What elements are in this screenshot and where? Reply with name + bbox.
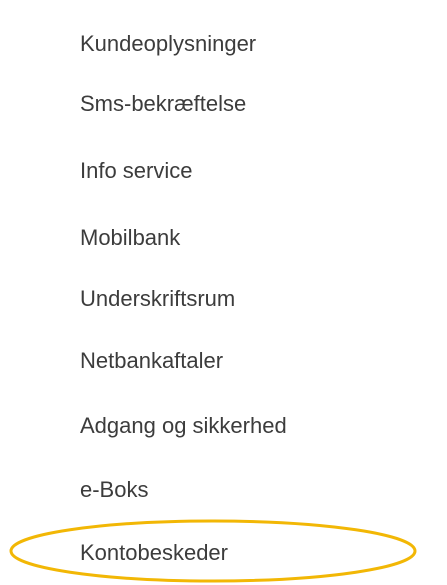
menu-item-kundeoplysninger[interactable]: Kundeoplysninger [80,28,256,60]
menu-item-kontobeskeder[interactable]: Kontobeskeder [80,537,228,569]
menu-item-mobilbank[interactable]: Mobilbank [80,222,180,254]
menu-item-e-boks[interactable]: e-Boks [80,474,148,506]
menu-item-info-service[interactable]: Info service [80,155,193,187]
menu-item-netbankaftaler[interactable]: Netbankaftaler [80,345,223,377]
menu-item-adgang-og-sikkerhed[interactable]: Adgang og sikkerhed [80,410,287,442]
menu-item-underskriftsrum[interactable]: Underskriftsrum [80,283,235,315]
settings-menu: Kundeoplysninger Sms-bekræftelse Info se… [0,0,447,585]
menu-item-sms-bekraeftelse[interactable]: Sms-bekræftelse [80,88,246,120]
